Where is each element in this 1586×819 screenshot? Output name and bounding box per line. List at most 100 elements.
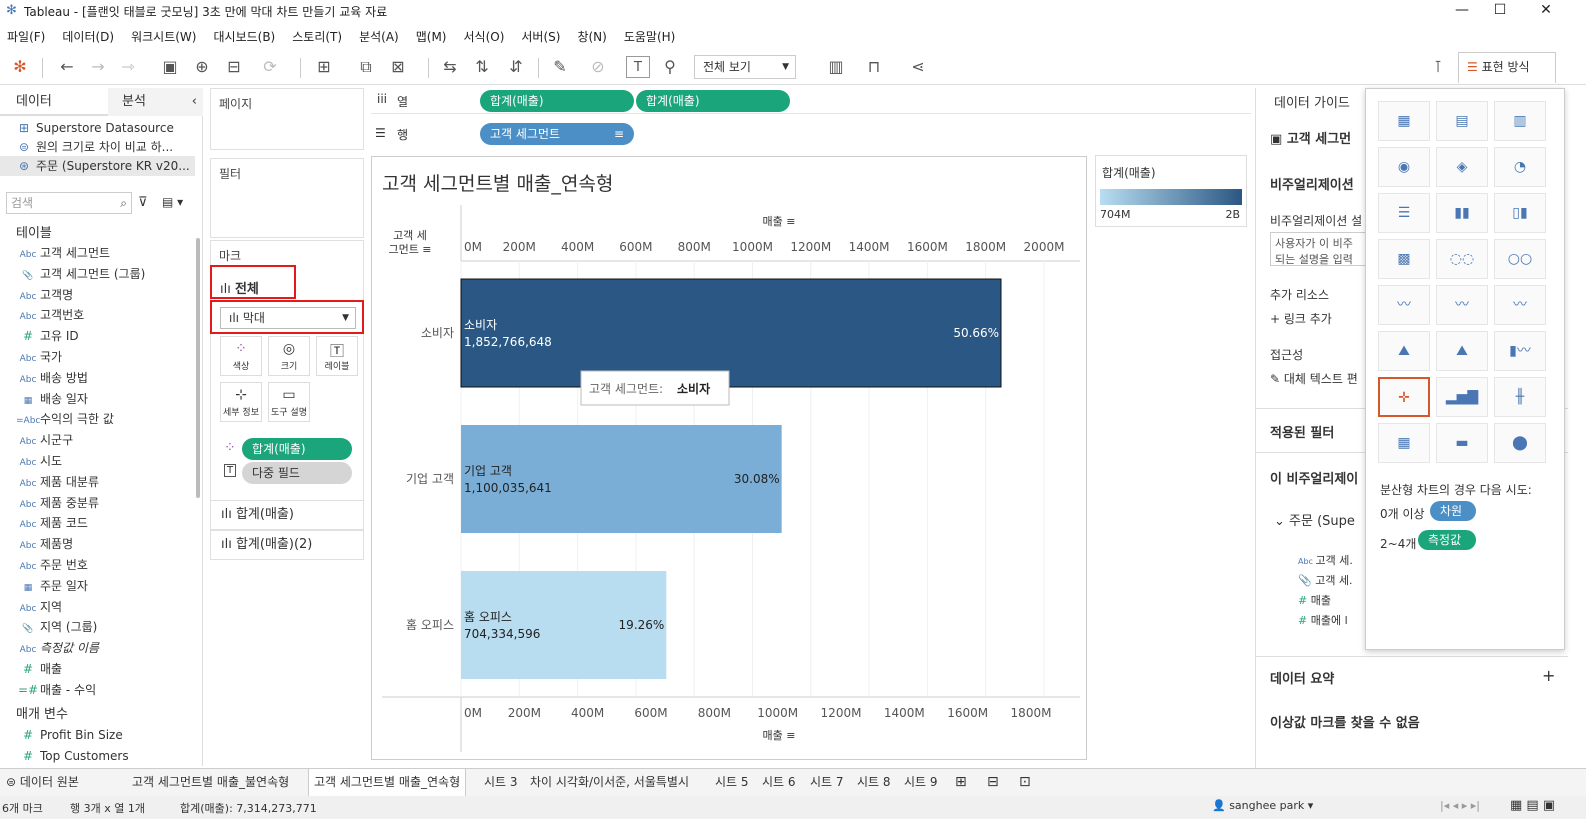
- field-item[interactable]: 📎 지역 (그룹): [0, 617, 195, 637]
- share-icon[interactable]: ⋖: [906, 56, 930, 78]
- chart-type-thumb[interactable]: ✛: [1378, 377, 1430, 417]
- alt-text-button[interactable]: ✎ 대체 텍스트 편: [1270, 370, 1358, 387]
- menu-map[interactable]: 맵(M): [416, 28, 447, 45]
- menu-help[interactable]: 도움말(H): [624, 28, 676, 45]
- chart-type-thumb[interactable]: ○○: [1494, 239, 1546, 279]
- chart-type-thumb[interactable]: ╫: [1494, 377, 1546, 417]
- field-item[interactable]: Abc 시도: [0, 451, 195, 471]
- add-link-button[interactable]: + 링크 추가: [1270, 310, 1332, 327]
- field-item[interactable]: Abc 제품 코드: [0, 513, 195, 533]
- chart-type-thumb[interactable]: 〰: [1436, 285, 1488, 325]
- replay-icon[interactable]: ⇾: [116, 56, 140, 78]
- sort-descending-icon[interactable]: ⇵: [504, 56, 528, 78]
- sort-ascending-icon[interactable]: ⇅: [470, 56, 494, 78]
- new-worksheet-icon[interactable]: ⊞: [312, 56, 336, 78]
- show-cards-icon[interactable]: ▥: [824, 56, 848, 78]
- new-sheet-icon[interactable]: ⊞: [955, 769, 967, 796]
- chart-type-thumb[interactable]: ▮〰: [1494, 331, 1546, 371]
- chart-type-thumb[interactable]: ▦: [1378, 423, 1430, 463]
- field-item[interactable]: Abc 고객 세그먼트: [0, 243, 195, 263]
- sheet-tab[interactable]: 시트 9: [904, 769, 938, 796]
- color-button[interactable]: ⁘ 색상: [220, 336, 262, 376]
- param-item[interactable]: # Profit Bin Size: [0, 725, 195, 745]
- datasource-item-active[interactable]: ⊛ 주문 (Superstore KR v20...: [0, 156, 195, 176]
- minimize-icon[interactable]: —: [1452, 2, 1472, 20]
- sheet-tab[interactable]: 시트 3: [484, 769, 518, 796]
- field-item[interactable]: # 고유 ID: [0, 326, 195, 346]
- chart-type-thumb[interactable]: ▩: [1378, 239, 1430, 279]
- field-item[interactable]: =Abc수익의 극한 값: [0, 409, 195, 429]
- field-item[interactable]: ▦ 주문 일자: [0, 576, 195, 596]
- detail-button[interactable]: ⊹ 세부 정보: [220, 382, 262, 422]
- view-options-icon[interactable]: ▤ ▾: [162, 195, 183, 209]
- redo-icon[interactable]: →: [86, 56, 110, 78]
- tab-datasource[interactable]: ⊜ 데이터 원본: [6, 769, 79, 796]
- chart-type-thumb[interactable]: ◉: [1378, 147, 1430, 187]
- marks-sub-card[interactable]: ılı 합계(매출)(2): [210, 530, 364, 560]
- chart-type-thumb[interactable]: ▯▮: [1494, 193, 1546, 233]
- refresh-icon[interactable]: ⟳: [258, 56, 282, 78]
- expand-icon[interactable]: +: [1542, 666, 1555, 685]
- menu-window[interactable]: 창(N): [577, 28, 606, 45]
- new-dashboard-icon[interactable]: ⊟: [987, 769, 999, 796]
- field-item[interactable]: Abc 지역: [0, 597, 195, 617]
- pause-updates-icon[interactable]: ⊟: [222, 56, 246, 78]
- sheet-sorter-icon[interactable]: ▦ ▤ ▣: [1510, 798, 1555, 813]
- menu-data[interactable]: 데이터(D): [62, 28, 114, 45]
- sheet-tab[interactable]: 고객 세그먼트별 매출_불연속형: [132, 769, 289, 796]
- menu-server[interactable]: 서버(S): [521, 28, 560, 45]
- paint-icon[interactable]: ⊺: [1426, 56, 1450, 78]
- chart-type-thumb[interactable]: ▤: [1436, 101, 1488, 141]
- field-item[interactable]: Abc 주문 번호: [0, 555, 195, 575]
- datasource-item[interactable]: ⊜ 원의 크기로 차이 비교 하...: [0, 137, 195, 157]
- tooltip-button[interactable]: ▭ 도구 설명: [268, 382, 310, 422]
- chart-type-thumb[interactable]: ▥: [1494, 101, 1546, 141]
- multiple-fields-pill[interactable]: 다중 필드: [242, 462, 352, 484]
- filter-icon[interactable]: ⊽: [138, 195, 148, 210]
- chart-type-thumb[interactable]: 〰: [1494, 285, 1546, 325]
- field-item[interactable]: Abc 시군구: [0, 430, 195, 450]
- pages-card[interactable]: 페이지: [210, 88, 364, 150]
- menu-analysis[interactable]: 분석(A): [359, 28, 399, 45]
- chart-type-thumb[interactable]: ▂▅▇: [1436, 377, 1488, 417]
- show-me-button[interactable]: ☰ 표현 방식: [1458, 52, 1556, 83]
- new-story-icon[interactable]: ⊡: [1019, 769, 1031, 796]
- sheet-tab[interactable]: 시트 6: [762, 769, 796, 796]
- sheet-tab[interactable]: 시트 5: [715, 769, 749, 796]
- menu-worksheet[interactable]: 워크시트(W): [131, 28, 196, 45]
- sheet-nav-icon[interactable]: |◂ ◂ ▸ ▸|: [1440, 799, 1480, 812]
- chart-type-thumb[interactable]: ▬: [1436, 423, 1488, 463]
- field-item[interactable]: Abc 측정값 이름: [0, 638, 195, 658]
- field-item[interactable]: ▦ 배송 일자: [0, 389, 195, 409]
- sheet-tab-active[interactable]: 고객 세그먼트별 매출_연속형: [308, 769, 467, 796]
- field-item[interactable]: Abc 배송 방법: [0, 368, 195, 388]
- tableau-home-icon[interactable]: ✻: [8, 56, 32, 78]
- field-item[interactable]: # 매출: [0, 659, 195, 679]
- chart-type-thumb[interactable]: ⛰: [1436, 331, 1488, 371]
- search-input[interactable]: 검색 ⌕: [6, 192, 132, 214]
- chart-type-thumb[interactable]: ☰: [1378, 193, 1430, 233]
- close-icon[interactable]: ✕: [1536, 2, 1556, 20]
- menu-format[interactable]: 서식(O): [464, 28, 505, 45]
- sheet-tab[interactable]: 시트 8: [857, 769, 891, 796]
- source-item[interactable]: ⌄ 주문 (Supe: [1274, 510, 1355, 529]
- fix-axes-icon[interactable]: ⚲: [658, 56, 682, 78]
- chart-type-thumb[interactable]: ⬤: [1494, 423, 1546, 463]
- menu-file[interactable]: 파일(F): [7, 28, 45, 45]
- group-icon[interactable]: ⊘: [586, 56, 610, 78]
- datasource-item[interactable]: ⊞ Superstore Datasource: [0, 118, 195, 138]
- chart-type-thumb[interactable]: ▮▮: [1436, 193, 1488, 233]
- color-field-pill[interactable]: 합계(매출): [242, 438, 352, 460]
- field-item[interactable]: Abc 제품명: [0, 534, 195, 554]
- param-item[interactable]: # Top Customers: [0, 746, 195, 766]
- tab-analysis[interactable]: 분석 ‹: [108, 88, 203, 116]
- field-item[interactable]: Abc 제품 중분류: [0, 493, 195, 513]
- chart-type-thumb[interactable]: 〰: [1378, 285, 1430, 325]
- field-item[interactable]: Abc 고객명: [0, 285, 195, 305]
- chart-type-thumb[interactable]: ⛰: [1378, 331, 1430, 371]
- label-button[interactable]: 🅃 레이블: [316, 336, 358, 376]
- field-item[interactable]: Abc 제품 대분류: [0, 472, 195, 492]
- tab-data[interactable]: 데이터: [0, 88, 108, 116]
- scrollbar[interactable]: [196, 238, 200, 498]
- swap-icon[interactable]: ⇆: [438, 56, 462, 78]
